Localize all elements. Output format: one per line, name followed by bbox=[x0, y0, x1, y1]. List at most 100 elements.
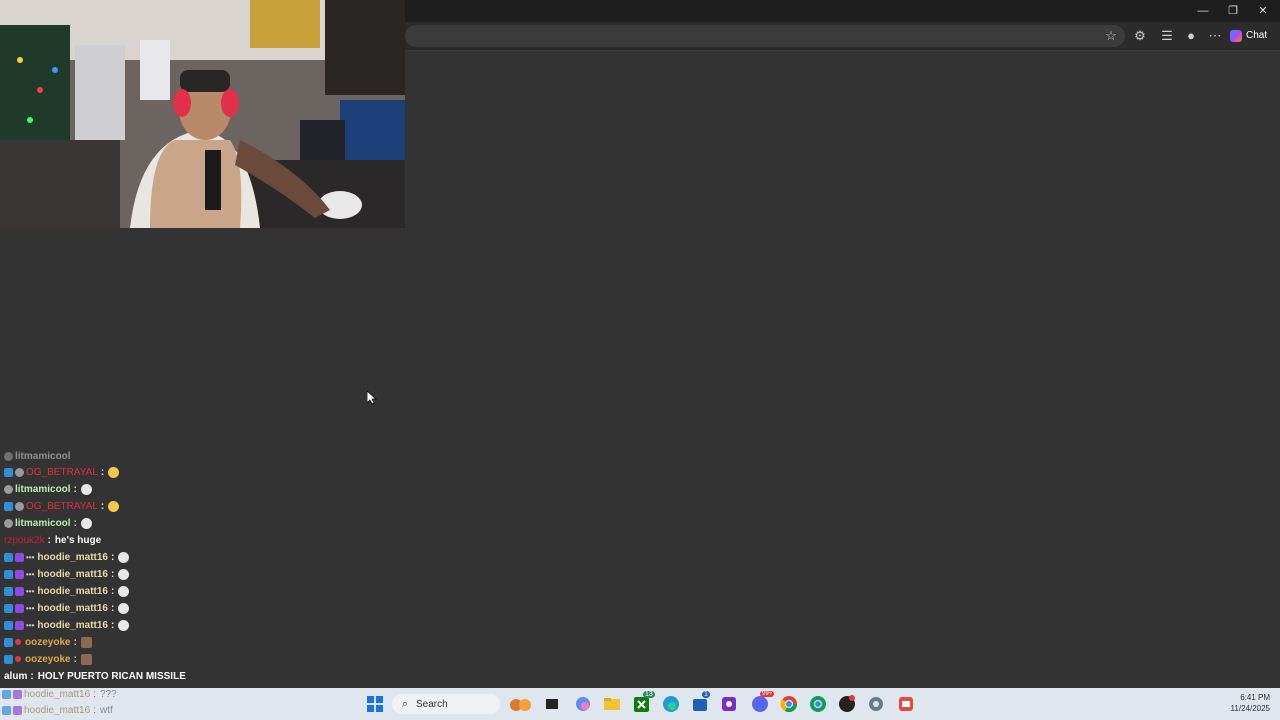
microsoft-store-icon[interactable]: 1 bbox=[690, 691, 710, 714]
face-emote-icon bbox=[80, 653, 92, 665]
discord-badge: 99+ bbox=[760, 691, 775, 697]
app-icon[interactable] bbox=[896, 694, 916, 714]
store-badge: 1 bbox=[702, 691, 710, 698]
badge-icon bbox=[4, 518, 13, 528]
chat-username: hoodie_matt16 bbox=[37, 602, 108, 614]
chat-username: hoodie_matt16 bbox=[37, 619, 108, 631]
chat-message: litmamicool : bbox=[4, 515, 92, 531]
chat-username: hoodie_matt16 bbox=[24, 704, 91, 716]
address-bar[interactable] bbox=[405, 25, 1125, 47]
edge-browser-icon[interactable] bbox=[661, 694, 681, 714]
badge-icon: ••• bbox=[26, 620, 35, 630]
chat-username: OG_BETRAYAL bbox=[26, 466, 98, 478]
sub-badge-icon bbox=[4, 467, 13, 477]
windows-start-icon[interactable] bbox=[365, 694, 385, 714]
copilot-icon[interactable] bbox=[573, 694, 593, 714]
chat-separator: : bbox=[73, 653, 77, 665]
chat-text: HOLY PUERTO RICAN MISSILE bbox=[37, 670, 186, 682]
chat-username: hoodie_matt16 bbox=[37, 551, 108, 563]
chat-message: rzpouk2k : he's huge bbox=[4, 532, 101, 548]
badge-icon bbox=[15, 656, 21, 662]
copilot-icon bbox=[1230, 30, 1242, 42]
skull-emote-icon bbox=[80, 483, 92, 495]
taskbar-search-box[interactable]: ⌕ Search bbox=[392, 694, 500, 714]
skull-emote-icon bbox=[118, 585, 130, 597]
chat-message: litmamicool : bbox=[4, 481, 92, 497]
chat-message: OG_BETRAYAL : bbox=[4, 498, 120, 514]
chat-separator: : bbox=[73, 636, 77, 648]
discord-icon[interactable]: 99+ bbox=[750, 691, 775, 714]
search-placeholder: Search bbox=[416, 698, 448, 710]
sub-badge-icon bbox=[4, 586, 13, 596]
sub-badge-icon bbox=[4, 552, 13, 562]
skull-emote-icon bbox=[118, 619, 130, 631]
chat-username: hoodie_matt16 bbox=[24, 688, 91, 700]
obs-icon[interactable] bbox=[837, 694, 857, 714]
skull-emote-icon bbox=[118, 551, 130, 563]
sub-badge-icon bbox=[4, 603, 13, 613]
sub-badge-icon bbox=[2, 705, 11, 715]
chat-message: OG_BETRAYAL : bbox=[4, 464, 120, 480]
chat-separator: : bbox=[110, 568, 115, 580]
chat-label: Chat bbox=[1246, 30, 1268, 41]
badge-icon bbox=[15, 501, 24, 511]
chat-username: hoodie_matt16 bbox=[37, 585, 108, 597]
chat-message: litmamicool bbox=[4, 448, 74, 464]
sub-badge-icon bbox=[4, 654, 13, 664]
bits-badge-icon bbox=[15, 586, 24, 596]
bits-badge-icon bbox=[13, 705, 22, 715]
webcam-feed bbox=[0, 0, 405, 228]
task-view-icon[interactable] bbox=[542, 694, 562, 714]
skull-emote-icon bbox=[118, 568, 130, 580]
chat-separator: : bbox=[93, 688, 96, 700]
chat-separator: : bbox=[73, 483, 77, 495]
badge-icon bbox=[15, 467, 24, 477]
chrome-profile-icon[interactable] bbox=[808, 694, 828, 714]
chat-message: hoodie_matt16 : ??? bbox=[2, 688, 117, 700]
mouse-cursor-icon bbox=[366, 390, 378, 410]
bits-badge-icon bbox=[15, 603, 24, 613]
sub-badge-icon bbox=[4, 637, 13, 647]
system-clock[interactable]: 6:41 PM 11/24/2025 bbox=[1231, 692, 1270, 714]
chat-separator: : bbox=[110, 551, 115, 563]
stream-chat-overlay: litmamicool OG_BETRAYAL : litmamicool : … bbox=[0, 448, 400, 688]
profile-avatar-icon[interactable]: ● bbox=[1181, 27, 1201, 45]
chat-separator: : bbox=[110, 619, 115, 631]
chat-separator: : bbox=[93, 704, 96, 716]
file-explorer-icon[interactable] bbox=[602, 694, 622, 714]
widgets-icon[interactable] bbox=[506, 694, 536, 714]
settings-gear-icon[interactable] bbox=[866, 694, 886, 714]
restore-button[interactable]: ❐ bbox=[1218, 2, 1248, 20]
chat-message: ••• hoodie_matt16 : bbox=[4, 566, 130, 582]
chat-message: oozeyoke : bbox=[4, 651, 92, 667]
badge-icon: ••• bbox=[26, 552, 35, 562]
chat-username: OG_BETRAYAL bbox=[26, 500, 98, 512]
minimize-button[interactable]: — bbox=[1188, 2, 1218, 20]
chat-message: ••• hoodie_matt16 : bbox=[4, 549, 130, 565]
chat-text: ??? bbox=[99, 688, 117, 700]
xbox-icon[interactable]: 13 bbox=[632, 691, 655, 714]
app-icon[interactable] bbox=[719, 694, 739, 714]
chat-message: ••• hoodie_matt16 : bbox=[4, 583, 130, 599]
chat-separator: : bbox=[100, 500, 105, 512]
badge-icon bbox=[15, 639, 21, 645]
badge-icon bbox=[4, 484, 13, 494]
chrome-icon[interactable] bbox=[779, 694, 799, 714]
copilot-chat-button[interactable]: Chat bbox=[1230, 27, 1276, 45]
extensions-icon[interactable]: ⚙ bbox=[1130, 27, 1150, 45]
badge-icon: ••• bbox=[26, 603, 35, 613]
crying-emote-icon bbox=[108, 466, 120, 478]
favorites-icon[interactable]: ☰ bbox=[1157, 27, 1177, 45]
close-button[interactable]: ✕ bbox=[1248, 2, 1278, 20]
bits-badge-icon bbox=[13, 689, 22, 699]
more-options-icon[interactable]: ⋯ bbox=[1205, 27, 1225, 45]
chat-separator: : bbox=[110, 585, 115, 597]
chat-separator: : bbox=[47, 534, 51, 546]
crying-emote-icon bbox=[108, 500, 120, 512]
chat-separator: : bbox=[30, 670, 34, 682]
bits-badge-icon bbox=[15, 620, 24, 630]
chat-text: wtf bbox=[99, 704, 113, 716]
favorite-star-icon[interactable]: ☆ bbox=[1101, 27, 1121, 45]
skull-emote-icon bbox=[118, 602, 130, 614]
chat-username: litmamicool bbox=[15, 450, 71, 462]
